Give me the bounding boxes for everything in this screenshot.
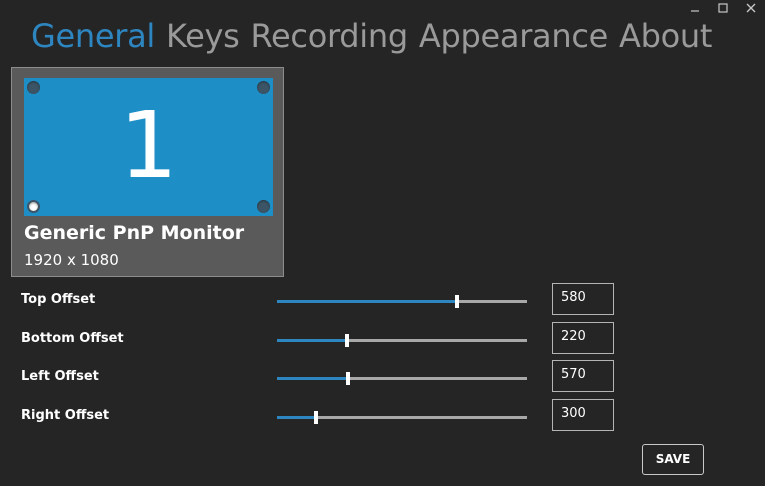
right-offset-label: Right Offset [21, 408, 110, 423]
tab-general[interactable]: General [31, 14, 155, 58]
save-button[interactable]: SAVE [642, 444, 704, 475]
monitor-card[interactable]: 1 Generic PnP Monitor 1920 x 1080 [11, 67, 284, 277]
slider-fill [277, 377, 348, 380]
monitor-resolution: 1920 x 1080 [24, 251, 119, 269]
bottom-offset-slider[interactable] [277, 334, 527, 347]
corner-bottom-right-button[interactable] [257, 200, 270, 213]
tab-bar: General Keys Recording Appearance About [31, 14, 723, 58]
slider-thumb[interactable] [346, 372, 350, 385]
bottom-offset-label: Bottom Offset [21, 331, 124, 346]
left-offset-row: Left Offset 570 [0, 360, 765, 392]
slider-thumb[interactable] [455, 295, 459, 308]
slider-thumb[interactable] [314, 411, 318, 424]
slider-thumb[interactable] [345, 334, 349, 347]
left-offset-label: Left Offset [21, 369, 99, 384]
right-offset-input[interactable]: 300 [552, 399, 614, 431]
right-offset-slider[interactable] [277, 411, 527, 424]
top-offset-input[interactable]: 580 [552, 283, 614, 315]
monitor-number: 1 [119, 92, 178, 199]
slider-fill [277, 300, 457, 303]
left-offset-input[interactable]: 570 [552, 360, 614, 392]
bottom-offset-row: Bottom Offset 220 [0, 322, 765, 354]
top-offset-slider[interactable] [277, 295, 527, 308]
corner-top-left-button[interactable] [27, 81, 40, 94]
slider-fill [277, 416, 316, 419]
slider-fill [277, 339, 347, 342]
tab-appearance[interactable]: Appearance [419, 14, 608, 58]
monitor-screen: 1 [24, 78, 273, 216]
top-offset-row: Top Offset 580 [0, 283, 765, 315]
tab-about[interactable]: About [619, 14, 712, 58]
top-offset-label: Top Offset [21, 292, 96, 307]
tab-recording[interactable]: Recording [251, 14, 409, 58]
close-icon[interactable] [737, 0, 765, 16]
app-window: General Keys Recording Appearance About … [0, 0, 765, 486]
right-offset-row: Right Offset 300 [0, 399, 765, 431]
left-offset-slider[interactable] [277, 372, 527, 385]
tab-keys[interactable]: Keys [166, 14, 240, 58]
corner-top-right-button[interactable] [257, 81, 270, 94]
monitor-name: Generic PnP Monitor [24, 222, 245, 244]
corner-bottom-left-button[interactable] [27, 200, 40, 213]
bottom-offset-input[interactable]: 220 [552, 322, 614, 354]
